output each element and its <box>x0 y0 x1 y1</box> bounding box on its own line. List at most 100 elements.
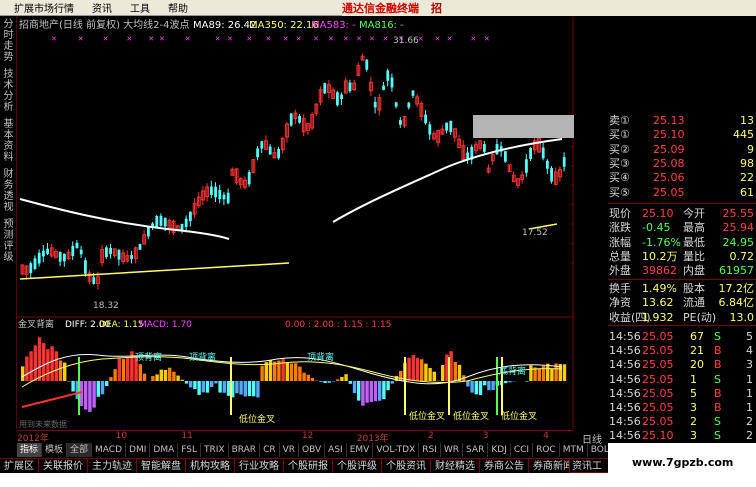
indicator-tab-指标[interactable]: 指标 <box>17 443 43 457</box>
indicator-tab-roc[interactable]: ROC <box>533 443 560 457</box>
menu-news[interactable]: 资讯 <box>83 0 121 15</box>
order-book-row[interactable]: 买① 25.10 445 <box>608 128 756 141</box>
news-workshop-button[interactable]: 资讯工场 <box>569 458 609 487</box>
future-data-note: 用到未来数据 <box>19 419 67 429</box>
bottom-tab[interactable]: 个股评级 <box>333 459 382 474</box>
macd-bar <box>491 381 495 391</box>
signal-dot: ✕ <box>265 35 271 43</box>
indicator-tab-wr[interactable]: WR <box>441 443 464 457</box>
signal-dot: ✕ <box>159 35 165 43</box>
stat-label: 总量 <box>609 249 631 263</box>
indicator-tab-dmi[interactable]: DMI <box>126 443 151 457</box>
fin-value: 13.62 <box>642 296 674 310</box>
kline-chart[interactable]: 招商地产(日线 前复权) 大均线2-4波点 MA89: 26.42 MA350:… <box>17 17 574 429</box>
tab-fundamentals[interactable]: 基本资料 <box>1 119 16 167</box>
bottom-tab[interactable]: 个股研报 <box>284 459 333 474</box>
bottom-tab[interactable]: 主力轨迹 <box>88 459 137 474</box>
menu-help[interactable]: 帮助 <box>159 0 197 15</box>
quote-stat-row[interactable]: 现价 25.10 今开 25.55 <box>608 207 756 220</box>
candle-down <box>407 102 411 108</box>
indicator-tab-cci[interactable]: CCI <box>511 443 534 457</box>
tick-row[interactable]: 14:56 25.05 20 B 3 <box>608 358 756 371</box>
order-book-row[interactable]: 卖① 25.13 13 <box>608 114 756 127</box>
bottom-tab[interactable]: 扩展区 <box>0 459 39 474</box>
tick-row[interactable]: 14:56 25.05 2 S 2 <box>608 415 756 428</box>
indicator-tab-cr[interactable]: CR <box>260 443 280 457</box>
tab-technical[interactable]: 技术分析 <box>1 69 16 117</box>
candle-down <box>289 113 293 126</box>
candle-down <box>92 277 96 284</box>
bottom-tab[interactable]: 关联报价 <box>39 459 88 474</box>
candle-down <box>386 70 390 81</box>
finance-row[interactable]: 换手 1.49% 股本 17.2亿 <box>608 282 756 295</box>
tick-row[interactable]: 14:56 25.05 21 B 4 <box>608 344 756 357</box>
indicator-tab-vol-tdx[interactable]: VOL-TDX <box>373 443 420 457</box>
ma816-label: MA816: - <box>359 20 404 31</box>
tick-row[interactable]: 14:56 25.05 1 S 1 <box>608 373 756 386</box>
watermark-text: www.7gpzb.com <box>632 456 734 469</box>
indicator-tab-全部[interactable]: 全部 <box>67 443 93 457</box>
macd-bar <box>453 362 457 381</box>
indicator-tab-fsl[interactable]: FSL <box>178 443 201 457</box>
quote-stat-row[interactable]: 外盘 39862 内盘 61957 <box>608 264 756 277</box>
menu-tools[interactable]: 工具 <box>121 0 159 15</box>
candle-down <box>445 122 448 131</box>
tab-intraday[interactable]: 分时走势 <box>1 19 16 67</box>
indicator-tab-vr[interactable]: VR <box>280 443 300 457</box>
bottom-tab[interactable]: 个股资讯 <box>382 459 431 474</box>
finance-row[interactable]: 收益(四) 1.932 PE(动) 13.0 <box>608 311 756 324</box>
menu-extended-market[interactable]: 扩展市场行情 <box>0 0 83 15</box>
tick-row[interactable]: 14:56 25.05 3 B 1 <box>608 401 756 414</box>
tab-ratings[interactable]: 预测评级 <box>1 219 16 267</box>
indicator-tab-emv[interactable]: EMV <box>347 443 374 457</box>
quote-stat-row[interactable]: 总量 10.2万 量比 0.72 <box>608 250 756 263</box>
bottom-tab[interactable]: 行业攻略 <box>235 459 284 474</box>
indicator-tab-dma[interactable]: DMA <box>150 443 179 457</box>
time-axis-label: 3 <box>482 431 489 441</box>
indicator-tab-kdj[interactable]: KDJ <box>488 443 511 457</box>
signal-dot: ✕ <box>313 35 319 43</box>
signal-dot: ✕ <box>470 35 476 43</box>
stat-label: 最低 <box>683 235 705 249</box>
tick-row[interactable]: 14:56 25.05 67 S 5 <box>608 330 756 343</box>
indicator-tab-rsi[interactable]: RSI <box>419 443 441 457</box>
macd-bar <box>432 371 436 381</box>
quote-stat-row[interactable]: 涨幅 -1.76% 最低 24.95 <box>608 236 756 249</box>
order-book-row[interactable]: 买④ 25.06 22 <box>608 171 756 184</box>
candle-down <box>159 215 163 227</box>
macd-bar <box>260 365 264 381</box>
bottom-tab[interactable]: 机构攻略 <box>186 459 235 474</box>
bottom-tab[interactable]: 财经精选 <box>431 459 480 474</box>
tick-count: 3 <box>746 358 753 372</box>
candle-down <box>214 186 217 198</box>
indicator-tab-brar[interactable]: BRAR <box>229 443 261 457</box>
indicator-tab-mtm[interactable]: MTM <box>560 443 588 457</box>
order-book-row[interactable]: 买② 25.09 9 <box>608 143 756 156</box>
indicator-tab-模板[interactable]: 模板 <box>42 443 68 457</box>
macd-bar <box>399 371 403 381</box>
order-book-row[interactable]: 买⑤ 25.05 61 <box>608 186 756 199</box>
indicator-tab-asi[interactable]: ASI <box>325 443 347 457</box>
finance-row[interactable]: 净资 13.62 流通 6.84亿 <box>608 296 756 309</box>
tab-financials[interactable]: 财务透视 <box>1 169 16 217</box>
indicator-tab-macd[interactable]: MACD <box>92 443 127 457</box>
blank-strip <box>0 473 608 487</box>
quote-panel: 卖① 25.13 13 买① 25.10 445 买② 25.09 9 买③ 25.08 98 买④ 25… <box>608 113 756 443</box>
indicator-tab-sar[interactable]: SAR <box>463 443 489 457</box>
tick-row[interactable]: 14:56 25.05 5 B 1 <box>608 387 756 400</box>
macd-bar <box>33 345 37 381</box>
order-book-row[interactable]: 买③ 25.08 98 <box>608 157 756 170</box>
bottom-tab[interactable]: 券商公告 <box>480 459 529 474</box>
quote-stat-row[interactable]: 涨跌 -0.45 最高 25.94 <box>608 221 756 234</box>
signal-dot: ✕ <box>296 35 302 43</box>
bottom-tab[interactable]: 智能解盘 <box>137 459 186 474</box>
low-cross-label-1: 低位金叉 <box>239 413 275 425</box>
low-cross-label-3: 低位金叉 <box>453 410 489 422</box>
indicator-tab-obv[interactable]: OBV <box>299 443 326 457</box>
indicator-tab-trix[interactable]: TRIX <box>201 443 229 457</box>
tick-side: S <box>714 372 721 386</box>
macd-bar <box>21 366 25 381</box>
macd-bar <box>46 349 50 381</box>
tick-row[interactable]: 14:56 25.10 3 S 2 <box>608 429 756 442</box>
stat-value: 25.94 <box>722 221 755 235</box>
